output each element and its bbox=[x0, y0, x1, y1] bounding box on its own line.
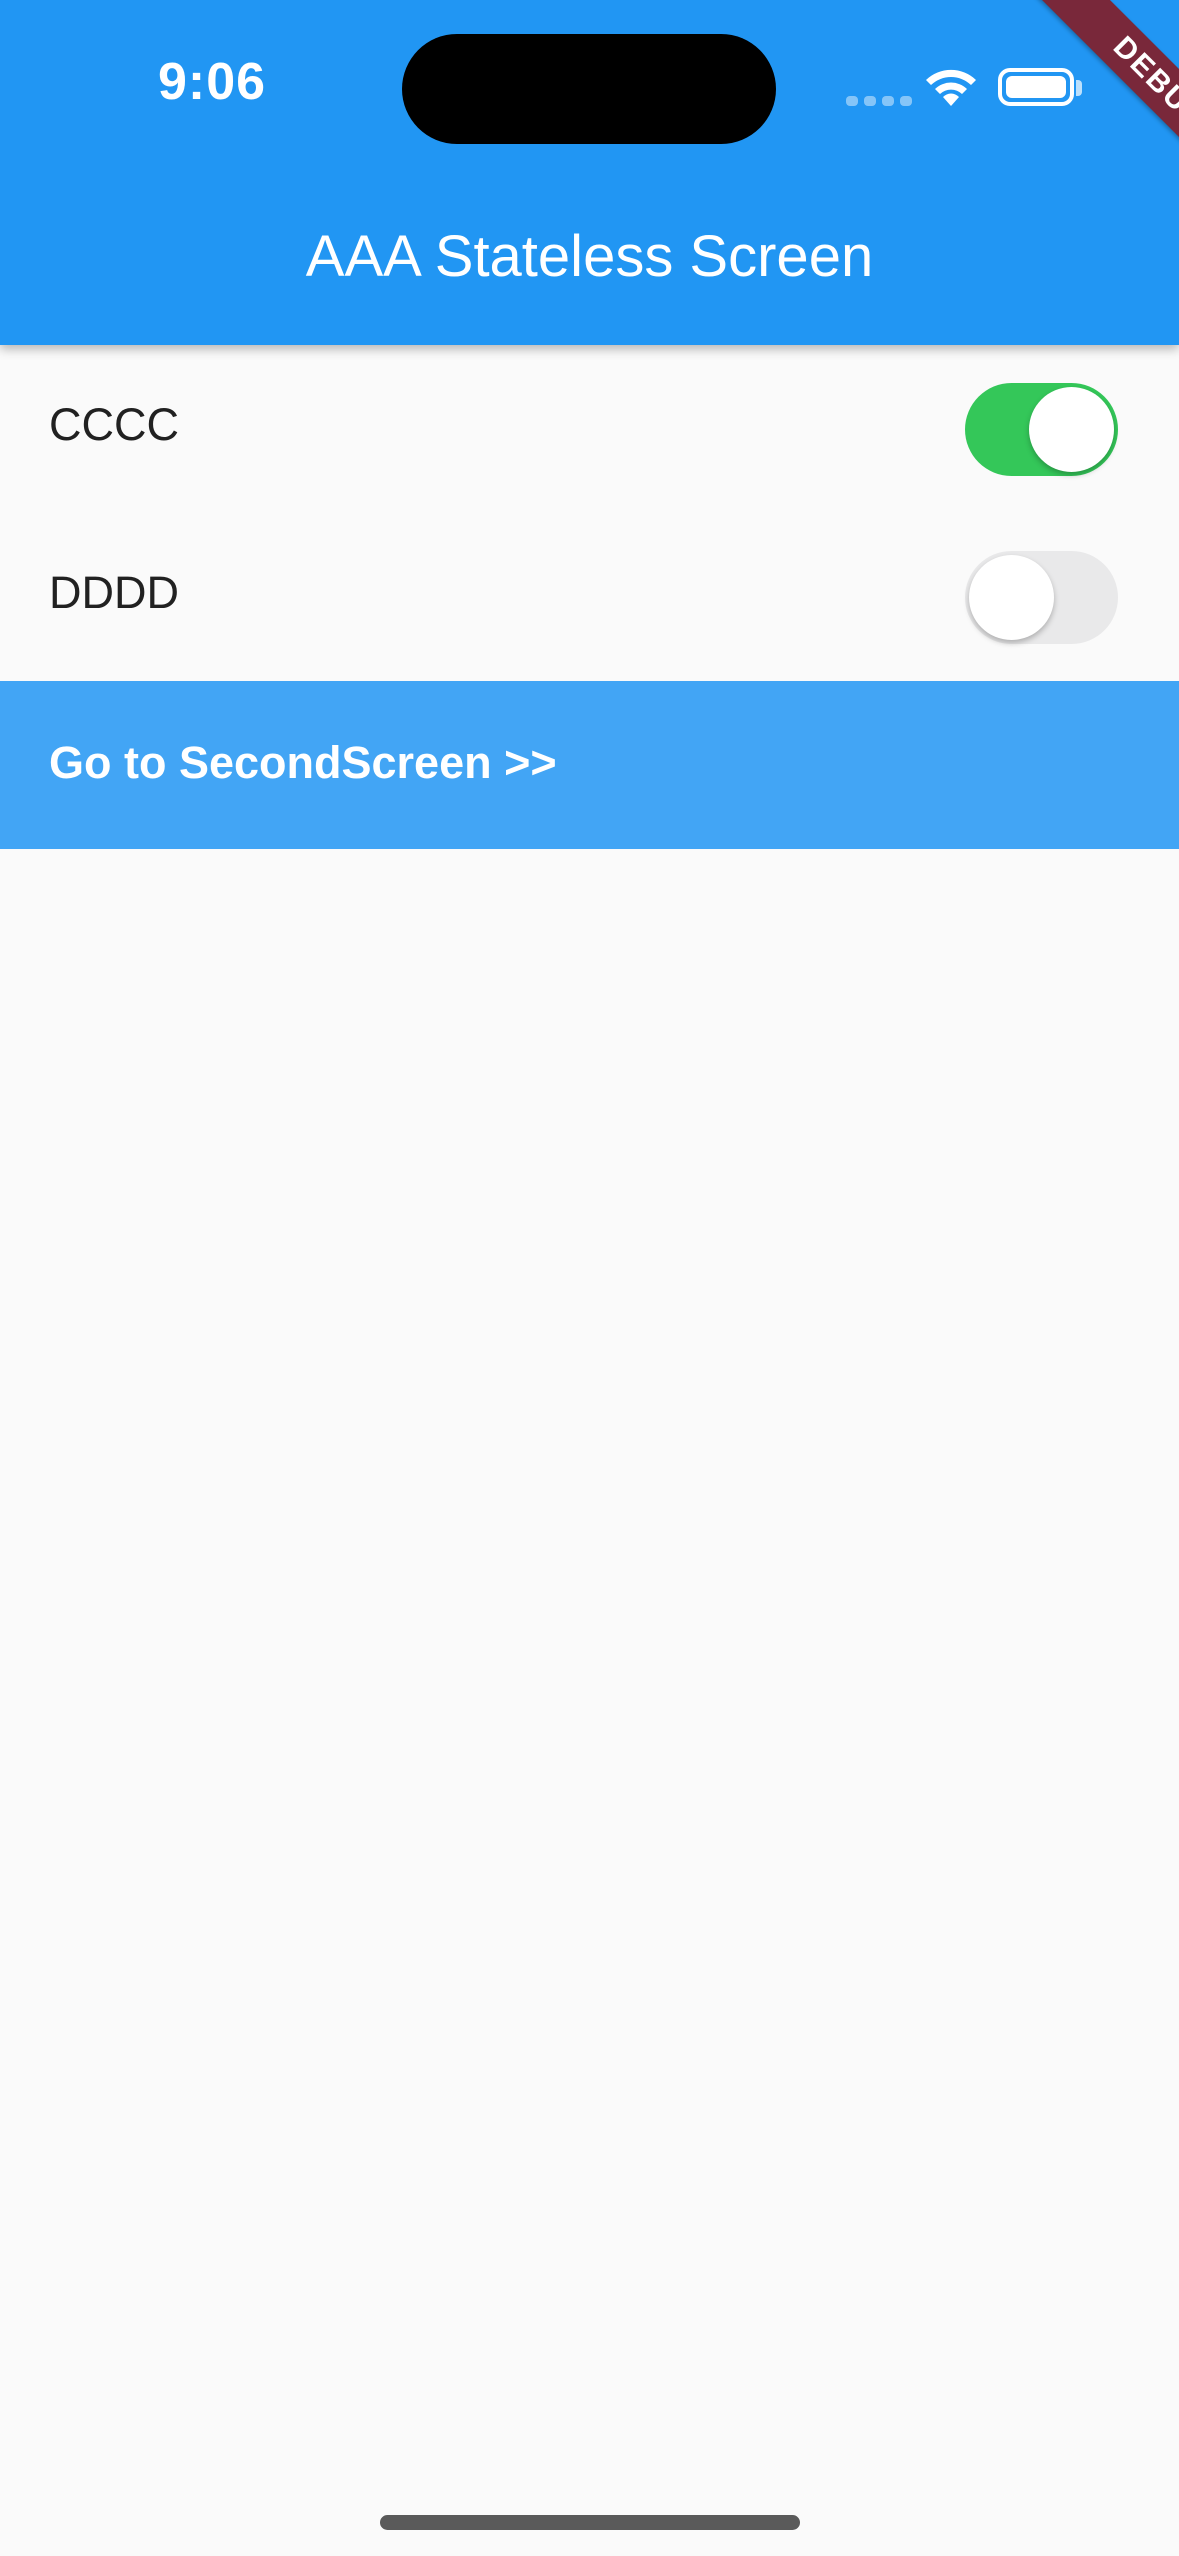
settings-list: CCCC DDDD bbox=[0, 345, 1179, 681]
toggle-knob bbox=[1029, 387, 1114, 472]
cellular-signal-icon bbox=[846, 96, 912, 106]
setting-row-dddd[interactable]: DDDD bbox=[0, 513, 1179, 681]
go-to-second-screen-button[interactable]: Go to SecondScreen >> bbox=[0, 681, 1179, 849]
app-bar: 9:06 DEBUG AAA Stateless Screen bbox=[0, 0, 1179, 345]
wifi-icon bbox=[926, 69, 976, 106]
dynamic-island bbox=[402, 34, 776, 144]
toggle-switch-dddd[interactable] bbox=[965, 551, 1118, 644]
battery-icon bbox=[998, 68, 1074, 106]
setting-label: CCCC bbox=[49, 399, 179, 450]
page-title: AAA Stateless Screen bbox=[305, 224, 874, 289]
setting-label: DDDD bbox=[49, 567, 179, 618]
setting-row-cccc[interactable]: CCCC bbox=[0, 345, 1179, 513]
nav-button-label: Go to SecondScreen >> bbox=[49, 737, 557, 788]
toggle-knob bbox=[969, 555, 1054, 640]
home-indicator[interactable] bbox=[380, 2515, 800, 2530]
toggle-switch-cccc[interactable] bbox=[965, 383, 1118, 476]
battery-tip bbox=[1076, 80, 1082, 96]
status-time: 9:06 bbox=[158, 53, 267, 111]
